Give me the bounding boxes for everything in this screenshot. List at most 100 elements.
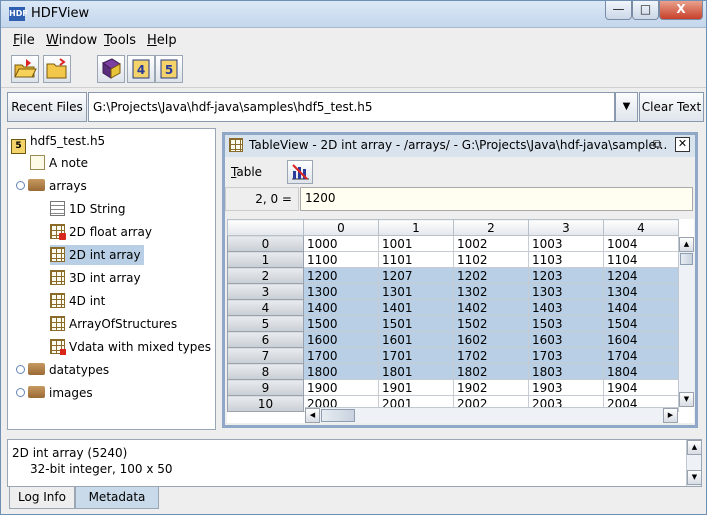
table-cell[interactable]: 1301 [378, 283, 454, 300]
table-row[interactable]: 5 1500 1501 1502 1503 1504 [227, 315, 679, 332]
close-file-button[interactable] [43, 55, 71, 83]
table-row[interactable]: 4 1400 1401 1402 1403 1404 [227, 299, 679, 316]
table-cell[interactable]: 1303 [528, 283, 604, 300]
tree-node-arrays[interactable]: arrays [16, 176, 87, 196]
column-header[interactable]: 4 [603, 219, 679, 236]
close-button[interactable]: X [659, 1, 703, 20]
row-header[interactable]: 9 [227, 379, 304, 396]
hdf5-library-button[interactable]: 5 [155, 55, 183, 83]
hdf4-library-button[interactable]: 4 [127, 55, 155, 83]
table-cell[interactable]: 1401 [378, 299, 454, 316]
column-header[interactable]: 0 [303, 219, 379, 236]
row-header[interactable]: 10 [227, 395, 304, 412]
table-row[interactable]: 6 1600 1601 1602 1603 1604 [227, 331, 679, 348]
tree-node-2d-float-array[interactable]: 2D float array [50, 222, 152, 242]
row-header[interactable]: 8 [227, 363, 304, 380]
table-cell[interactable]: 1904 [603, 379, 679, 396]
expand-toggle-icon[interactable] [16, 365, 25, 374]
table-cell[interactable]: 1702 [453, 347, 529, 364]
expand-toggle-icon[interactable] [16, 388, 25, 397]
horizontal-scrollbar[interactable]: ◀ ▶ [305, 407, 678, 423]
table-row[interactable]: 3 1300 1301 1302 1303 1304 [227, 283, 679, 300]
path-dropdown-button[interactable]: ▼ [615, 92, 638, 122]
scroll-down-arrow-icon[interactable]: ▼ [687, 470, 701, 485]
vertical-scrollbar[interactable]: ▲ ▼ [678, 237, 694, 407]
table-cell[interactable]: 1003 [528, 235, 604, 252]
table-cell[interactable]: 1700 [303, 347, 379, 364]
chart-button[interactable] [287, 160, 313, 184]
table-row[interactable]: 2 1200 1207 1202 1203 1204 [227, 267, 679, 284]
recent-files-button[interactable]: Recent Files [7, 92, 87, 122]
scroll-right-arrow-icon[interactable]: ▶ [663, 408, 678, 423]
table-cell[interactable]: 1500 [303, 315, 379, 332]
column-header[interactable]: 3 [528, 219, 604, 236]
table-cell[interactable]: 1800 [303, 363, 379, 380]
menu-help[interactable]: Help [147, 33, 177, 48]
table-cell[interactable]: 1703 [528, 347, 604, 364]
table-cell[interactable]: 1604 [603, 331, 679, 348]
tab-log-info[interactable]: Log Info [9, 487, 75, 509]
row-header[interactable]: 7 [227, 347, 304, 364]
table-row[interactable]: 1 1100 1101 1102 1103 1104 [227, 251, 679, 268]
tree-node-2d-int-array[interactable]: 2D int array [50, 245, 144, 265]
table-row[interactable]: 8 1800 1801 1802 1803 1804 [227, 363, 679, 380]
table-cell[interactable]: 1202 [453, 267, 529, 284]
table-cell[interactable]: 1402 [453, 299, 529, 316]
table-cell[interactable]: 1900 [303, 379, 379, 396]
table-cell[interactable]: 1502 [453, 315, 529, 332]
menu-table[interactable]: Table [231, 165, 262, 179]
table-row[interactable]: 7 1700 1701 1702 1703 1704 [227, 347, 679, 364]
table-cell[interactable]: 1400 [303, 299, 379, 316]
tree-node-array-of-structures[interactable]: ArrayOfStructures [50, 314, 177, 334]
column-header[interactable]: 2 [453, 219, 529, 236]
open-file-button[interactable] [11, 55, 39, 83]
scroll-down-arrow-icon[interactable]: ▼ [679, 392, 694, 407]
tree-node-root[interactable]: 5 hdf5_test.h5 [11, 131, 105, 154]
tableview-title-bar[interactable]: TableView - 2D int array - /arrays/ - G:… [225, 135, 695, 157]
scroll-left-arrow-icon[interactable]: ◀ [305, 408, 320, 423]
row-header[interactable]: 2 [227, 267, 304, 284]
table-cell[interactable]: 1501 [378, 315, 454, 332]
scroll-up-arrow-icon[interactable]: ▲ [687, 440, 701, 455]
table-cell[interactable]: 1101 [378, 251, 454, 268]
table-cell[interactable]: 1600 [303, 331, 379, 348]
tree-node-datatypes[interactable]: datatypes [16, 360, 109, 380]
title-bar[interactable]: HDF HDFView — □ X [1, 1, 706, 28]
table-cell[interactable]: 1902 [453, 379, 529, 396]
table-cell[interactable]: 1300 [303, 283, 379, 300]
vertical-scroll-thumb[interactable] [680, 253, 693, 265]
table-cell[interactable]: 1603 [528, 331, 604, 348]
horizontal-scroll-thumb[interactable] [321, 409, 355, 422]
clear-text-button[interactable]: Clear Text [639, 92, 704, 122]
table-cell[interactable]: 1901 [378, 379, 454, 396]
tree-node-vdata-mixed[interactable]: Vdata with mixed types [50, 337, 211, 357]
tab-metadata[interactable]: Metadata [75, 487, 159, 509]
row-header[interactable]: 4 [227, 299, 304, 316]
table-cell[interactable]: 1503 [528, 315, 604, 332]
table-cell[interactable]: 1701 [378, 347, 454, 364]
table-row[interactable]: 9 1900 1901 1902 1903 1904 [227, 379, 679, 396]
table-cell[interactable]: 1102 [453, 251, 529, 268]
table-cell[interactable]: 1803 [528, 363, 604, 380]
info-scrollbar[interactable]: ▲ ▼ [686, 440, 701, 486]
file-path-input[interactable]: G:\Projects\Java\hdf-java\samples\hdf5_t… [88, 92, 615, 122]
row-header[interactable]: 1 [227, 251, 304, 268]
table-cell[interactable]: 1207 [378, 267, 454, 284]
users-guide-button[interactable] [97, 55, 125, 83]
table-cell[interactable]: 1403 [528, 299, 604, 316]
table-cell[interactable]: 1204 [603, 267, 679, 284]
undock-icon[interactable]: ⧉ [653, 137, 669, 153]
menu-tools[interactable]: Tools [104, 33, 136, 48]
table-cell[interactable]: 1103 [528, 251, 604, 268]
tree-node-images[interactable]: images [16, 383, 93, 403]
table-cell[interactable]: 1903 [528, 379, 604, 396]
table-cell[interactable]: 1302 [453, 283, 529, 300]
table-cell[interactable]: 1002 [453, 235, 529, 252]
table-cell[interactable]: 1801 [378, 363, 454, 380]
table-cell[interactable]: 1704 [603, 347, 679, 364]
row-header[interactable]: 3 [227, 283, 304, 300]
table-cell[interactable]: 1504 [603, 315, 679, 332]
tree-node-1d-string[interactable]: 1D String [50, 199, 126, 219]
table-cell[interactable]: 1100 [303, 251, 379, 268]
table-cell[interactable]: 1804 [603, 363, 679, 380]
